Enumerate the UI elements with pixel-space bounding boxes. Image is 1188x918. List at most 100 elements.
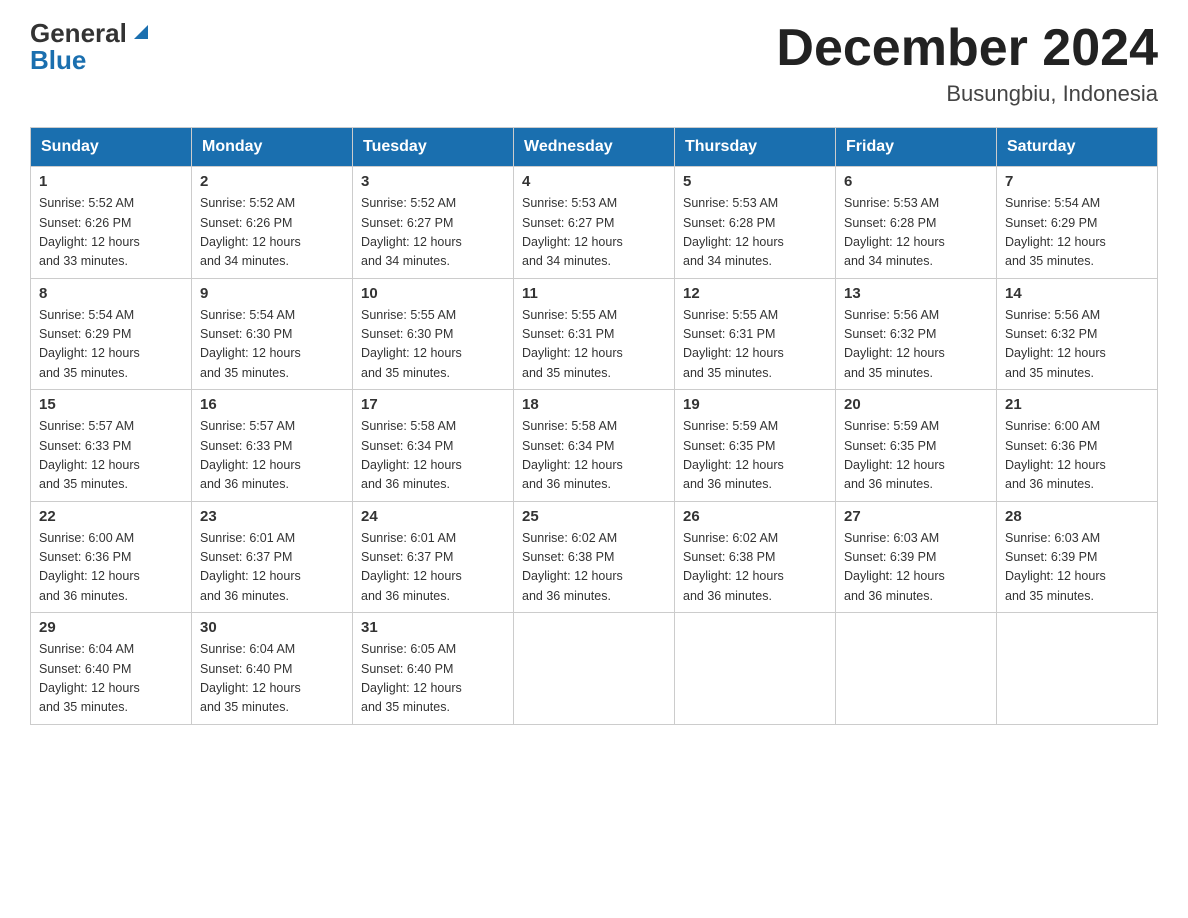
day-number: 7 xyxy=(1005,173,1149,190)
logo-triangle-icon xyxy=(130,21,152,43)
calendar-cell: 24 Sunrise: 6:01 AM Sunset: 6:37 PM Dayl… xyxy=(353,501,514,613)
daylight-minutes: and 36 minutes. xyxy=(844,589,933,603)
sunrise-label: Sunrise: 5:56 AM xyxy=(844,308,939,322)
daylight-label: Daylight: 12 hours xyxy=(39,346,140,360)
daylight-minutes: and 33 minutes. xyxy=(39,254,128,268)
sunset-label: Sunset: 6:37 PM xyxy=(361,550,453,564)
day-info: Sunrise: 6:01 AM Sunset: 6:37 PM Dayligh… xyxy=(361,529,505,607)
day-number: 11 xyxy=(522,285,666,302)
day-info: Sunrise: 5:57 AM Sunset: 6:33 PM Dayligh… xyxy=(39,417,183,495)
sunset-label: Sunset: 6:36 PM xyxy=(39,550,131,564)
logo-general-text: General xyxy=(30,20,127,46)
sunrise-label: Sunrise: 5:52 AM xyxy=(200,196,295,210)
day-info: Sunrise: 5:55 AM Sunset: 6:31 PM Dayligh… xyxy=(683,306,827,384)
month-title: December 2024 xyxy=(776,20,1158,77)
day-info: Sunrise: 6:00 AM Sunset: 6:36 PM Dayligh… xyxy=(1005,417,1149,495)
day-info: Sunrise: 6:03 AM Sunset: 6:39 PM Dayligh… xyxy=(844,529,988,607)
day-info: Sunrise: 6:04 AM Sunset: 6:40 PM Dayligh… xyxy=(200,640,344,718)
calendar-week-row: 8 Sunrise: 5:54 AM Sunset: 6:29 PM Dayli… xyxy=(31,278,1158,390)
location: Busungbiu, Indonesia xyxy=(776,81,1158,107)
daylight-minutes: and 35 minutes. xyxy=(1005,254,1094,268)
day-info: Sunrise: 6:00 AM Sunset: 6:36 PM Dayligh… xyxy=(39,529,183,607)
daylight-minutes: and 35 minutes. xyxy=(200,366,289,380)
day-number: 13 xyxy=(844,285,988,302)
day-number: 24 xyxy=(361,508,505,525)
daylight-label: Daylight: 12 hours xyxy=(1005,346,1106,360)
sunrise-label: Sunrise: 5:55 AM xyxy=(361,308,456,322)
sunset-label: Sunset: 6:31 PM xyxy=(683,327,775,341)
sunrise-label: Sunrise: 5:52 AM xyxy=(361,196,456,210)
daylight-label: Daylight: 12 hours xyxy=(361,569,462,583)
day-number: 23 xyxy=(200,508,344,525)
day-number: 29 xyxy=(39,619,183,636)
day-number: 22 xyxy=(39,508,183,525)
daylight-label: Daylight: 12 hours xyxy=(844,235,945,249)
day-info: Sunrise: 5:53 AM Sunset: 6:28 PM Dayligh… xyxy=(844,194,988,272)
day-info: Sunrise: 5:52 AM Sunset: 6:26 PM Dayligh… xyxy=(39,194,183,272)
daylight-minutes: and 36 minutes. xyxy=(200,589,289,603)
sunset-label: Sunset: 6:39 PM xyxy=(1005,550,1097,564)
sunrise-label: Sunrise: 5:57 AM xyxy=(39,419,134,433)
daylight-label: Daylight: 12 hours xyxy=(361,458,462,472)
daylight-label: Daylight: 12 hours xyxy=(39,235,140,249)
sunset-label: Sunset: 6:40 PM xyxy=(200,662,292,676)
sunset-label: Sunset: 6:30 PM xyxy=(361,327,453,341)
sunrise-label: Sunrise: 6:00 AM xyxy=(39,531,134,545)
calendar-cell: 15 Sunrise: 5:57 AM Sunset: 6:33 PM Dayl… xyxy=(31,390,192,502)
calendar-cell: 8 Sunrise: 5:54 AM Sunset: 6:29 PM Dayli… xyxy=(31,278,192,390)
day-info: Sunrise: 5:53 AM Sunset: 6:28 PM Dayligh… xyxy=(683,194,827,272)
calendar-cell xyxy=(675,613,836,725)
daylight-label: Daylight: 12 hours xyxy=(844,458,945,472)
day-number: 25 xyxy=(522,508,666,525)
sunset-label: Sunset: 6:33 PM xyxy=(39,439,131,453)
calendar-cell: 21 Sunrise: 6:00 AM Sunset: 6:36 PM Dayl… xyxy=(997,390,1158,502)
sunset-label: Sunset: 6:34 PM xyxy=(522,439,614,453)
sunrise-label: Sunrise: 5:58 AM xyxy=(522,419,617,433)
day-number: 12 xyxy=(683,285,827,302)
calendar-header-row: SundayMondayTuesdayWednesdayThursdayFrid… xyxy=(31,128,1158,167)
calendar-cell: 5 Sunrise: 5:53 AM Sunset: 6:28 PM Dayli… xyxy=(675,167,836,279)
calendar-cell: 31 Sunrise: 6:05 AM Sunset: 6:40 PM Dayl… xyxy=(353,613,514,725)
sunrise-label: Sunrise: 6:03 AM xyxy=(1005,531,1100,545)
calendar-header-monday: Monday xyxy=(192,128,353,167)
daylight-minutes: and 36 minutes. xyxy=(1005,477,1094,491)
sunset-label: Sunset: 6:32 PM xyxy=(844,327,936,341)
sunrise-label: Sunrise: 5:53 AM xyxy=(844,196,939,210)
calendar-header-wednesday: Wednesday xyxy=(514,128,675,167)
daylight-label: Daylight: 12 hours xyxy=(39,569,140,583)
calendar-cell: 18 Sunrise: 5:58 AM Sunset: 6:34 PM Dayl… xyxy=(514,390,675,502)
daylight-minutes: and 35 minutes. xyxy=(522,366,611,380)
daylight-minutes: and 35 minutes. xyxy=(683,366,772,380)
calendar-header-sunday: Sunday xyxy=(31,128,192,167)
daylight-label: Daylight: 12 hours xyxy=(683,346,784,360)
daylight-minutes: and 36 minutes. xyxy=(522,477,611,491)
day-info: Sunrise: 5:58 AM Sunset: 6:34 PM Dayligh… xyxy=(522,417,666,495)
sunset-label: Sunset: 6:38 PM xyxy=(522,550,614,564)
day-number: 16 xyxy=(200,396,344,413)
calendar-cell: 16 Sunrise: 5:57 AM Sunset: 6:33 PM Dayl… xyxy=(192,390,353,502)
calendar-cell: 28 Sunrise: 6:03 AM Sunset: 6:39 PM Dayl… xyxy=(997,501,1158,613)
daylight-label: Daylight: 12 hours xyxy=(1005,569,1106,583)
day-info: Sunrise: 5:56 AM Sunset: 6:32 PM Dayligh… xyxy=(1005,306,1149,384)
calendar-cell: 11 Sunrise: 5:55 AM Sunset: 6:31 PM Dayl… xyxy=(514,278,675,390)
sunrise-label: Sunrise: 6:02 AM xyxy=(522,531,617,545)
calendar-cell: 26 Sunrise: 6:02 AM Sunset: 6:38 PM Dayl… xyxy=(675,501,836,613)
day-number: 21 xyxy=(1005,396,1149,413)
daylight-minutes: and 36 minutes. xyxy=(39,589,128,603)
sunrise-label: Sunrise: 6:03 AM xyxy=(844,531,939,545)
calendar-cell: 30 Sunrise: 6:04 AM Sunset: 6:40 PM Dayl… xyxy=(192,613,353,725)
day-number: 14 xyxy=(1005,285,1149,302)
calendar-cell: 20 Sunrise: 5:59 AM Sunset: 6:35 PM Dayl… xyxy=(836,390,997,502)
day-number: 10 xyxy=(361,285,505,302)
daylight-label: Daylight: 12 hours xyxy=(844,569,945,583)
daylight-minutes: and 35 minutes. xyxy=(844,366,933,380)
calendar-cell: 12 Sunrise: 5:55 AM Sunset: 6:31 PM Dayl… xyxy=(675,278,836,390)
sunrise-label: Sunrise: 5:52 AM xyxy=(39,196,134,210)
calendar-cell: 22 Sunrise: 6:00 AM Sunset: 6:36 PM Dayl… xyxy=(31,501,192,613)
day-info: Sunrise: 5:59 AM Sunset: 6:35 PM Dayligh… xyxy=(844,417,988,495)
day-info: Sunrise: 5:53 AM Sunset: 6:27 PM Dayligh… xyxy=(522,194,666,272)
daylight-label: Daylight: 12 hours xyxy=(683,458,784,472)
calendar-cell: 19 Sunrise: 5:59 AM Sunset: 6:35 PM Dayl… xyxy=(675,390,836,502)
daylight-minutes: and 35 minutes. xyxy=(39,366,128,380)
sunrise-label: Sunrise: 5:55 AM xyxy=(683,308,778,322)
